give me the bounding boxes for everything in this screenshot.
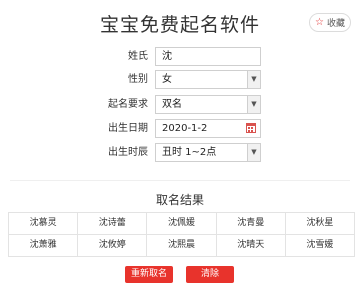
- favorite-button[interactable]: ☆ 收藏: [309, 13, 351, 32]
- result-name[interactable]: 沈慕灵: [9, 213, 79, 235]
- birth-date-value: 2020-1-2: [162, 123, 208, 134]
- result-name[interactable]: 沈雪媛: [285, 235, 355, 257]
- result-name[interactable]: 沈晴天: [216, 235, 286, 257]
- result-name[interactable]: 沈秋星: [285, 213, 355, 235]
- chevron-down-icon[interactable]: ▼: [247, 96, 260, 113]
- gender-value: 女: [162, 74, 172, 85]
- gender-label: 性别: [128, 74, 148, 85]
- result-name[interactable]: 沈攸婷: [78, 235, 148, 257]
- surname-input[interactable]: 沈: [155, 47, 261, 66]
- gender-select[interactable]: 女 ▼: [155, 70, 261, 89]
- result-name[interactable]: 沈萧雅: [9, 235, 79, 257]
- birth-date-label: 出生日期: [108, 123, 148, 134]
- favorite-label: 收藏: [326, 19, 345, 29]
- birth-date-row: 出生日期 2020-1-2: [0, 119, 360, 138]
- naming-requirement-value: 双名: [162, 99, 182, 110]
- page-title: 宝宝免费起名软件: [99, 14, 260, 36]
- calendar-icon[interactable]: [246, 123, 256, 133]
- result-name[interactable]: 沈诗蕾: [78, 213, 148, 235]
- results-grid: 沈慕灵 沈诗蕾 沈佩媛 沈青曼 沈秋星 沈萧雅 沈攸婷 沈熙晨 沈晴天 沈雪媛: [8, 212, 355, 257]
- result-name[interactable]: 沈熙晨: [147, 235, 217, 257]
- naming-requirement-label: 起名要求: [108, 99, 148, 110]
- result-name[interactable]: 沈佩媛: [147, 213, 217, 235]
- birth-date-input[interactable]: 2020-1-2: [155, 119, 261, 138]
- clear-button[interactable]: 清除: [186, 266, 234, 283]
- star-icon: ☆: [315, 16, 324, 28]
- surname-label: 姓氏: [128, 51, 148, 62]
- divider: [10, 180, 350, 181]
- surname-row: 姓氏 沈: [0, 47, 360, 66]
- naming-requirement-select[interactable]: 双名 ▼: [155, 95, 261, 114]
- birth-hour-value: 丑时 1~2点: [162, 147, 217, 158]
- birth-hour-row: 出生时辰 丑时 1~2点 ▼: [0, 143, 360, 162]
- gender-row: 性别 女 ▼: [0, 70, 360, 89]
- chevron-down-icon[interactable]: ▼: [247, 71, 260, 88]
- result-name[interactable]: 沈青曼: [216, 213, 286, 235]
- results-title: 取名结果: [155, 193, 204, 207]
- naming-requirement-row: 起名要求 双名 ▼: [0, 95, 360, 114]
- regenerate-button[interactable]: 重新取名: [125, 266, 173, 283]
- chevron-down-icon[interactable]: ▼: [247, 144, 260, 161]
- birth-hour-select[interactable]: 丑时 1~2点 ▼: [155, 143, 261, 162]
- birth-hour-label: 出生时辰: [108, 147, 148, 158]
